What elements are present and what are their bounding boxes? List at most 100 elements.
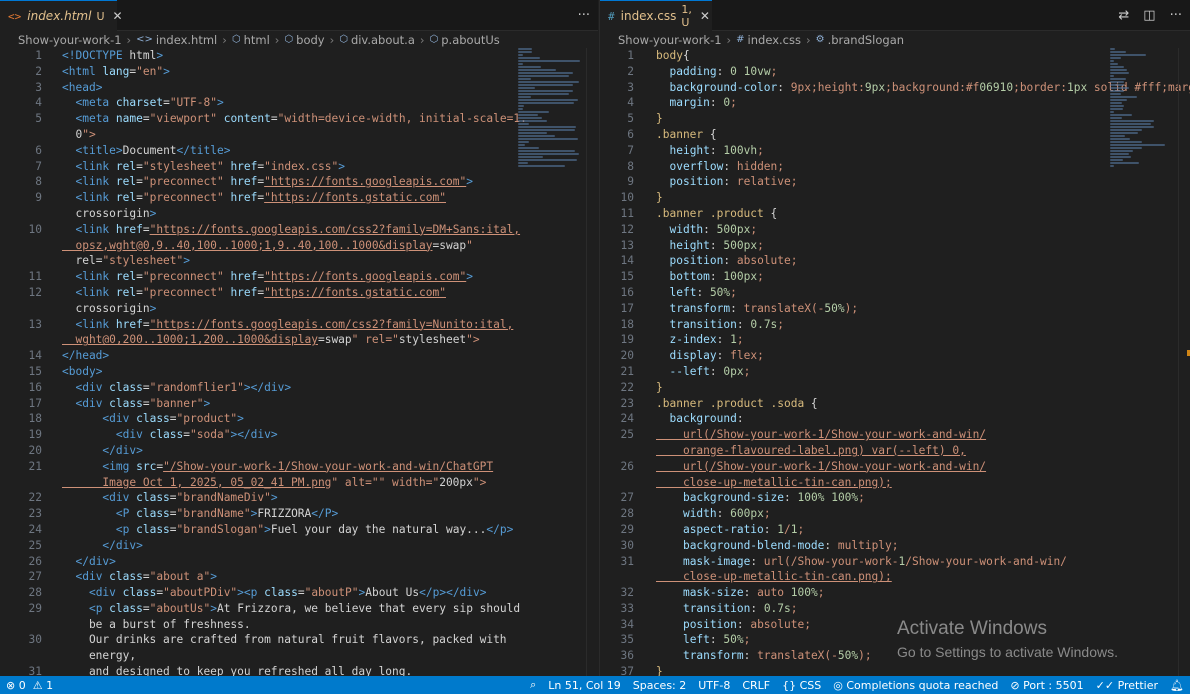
code-line[interactable]: 8 <link rel="preconnect" href="https://f… <box>0 174 598 190</box>
close-icon[interactable]: ✕ <box>700 9 710 23</box>
code-line[interactable]: 15 bottom: 100px; <box>600 269 1190 285</box>
encoding[interactable]: UTF-8 <box>692 676 736 694</box>
code-line[interactable]: 12 width: 500px; <box>600 222 1190 238</box>
code-line[interactable]: 5} <box>600 111 1190 127</box>
code-line[interactable]: 6 .banner { <box>600 127 1190 143</box>
code-line[interactable]: 23 .banner .product .soda { <box>600 396 1190 412</box>
copilot-status[interactable]: ◎ Completions quota reached <box>827 676 1004 694</box>
minimap[interactable] <box>518 48 584 676</box>
code-line[interactable]: 16 left: 50%; <box>600 285 1190 301</box>
breadcrumb-item[interactable]: body <box>296 33 324 47</box>
code-line[interactable]: 2 <html lang="en"> <box>0 64 598 80</box>
code-line[interactable]: be a burst of freshness. <box>0 617 598 633</box>
more-actions-icon[interactable]: ··· <box>578 8 590 23</box>
code-line[interactable]: 3 background-color: 9px;height:9px;backg… <box>600 80 1190 96</box>
minimap[interactable] <box>1110 48 1176 676</box>
vertical-scrollbar[interactable] <box>1178 48 1190 676</box>
language-mode[interactable]: {} CSS <box>776 676 827 694</box>
code-line[interactable]: 4 <meta charset="UTF-8"> <box>0 95 598 111</box>
code-line[interactable]: 5 <meta name="viewport" content="width=d… <box>0 111 598 127</box>
code-line[interactable]: 29 <p class="aboutUs">At Frizzora, we be… <box>0 601 598 617</box>
breadcrumb-item[interactable]: index.css <box>748 33 801 47</box>
code-line[interactable]: 28 <div class="aboutPDiv"><p class="abou… <box>0 585 598 601</box>
code-line[interactable]: 17 <div class="banner"> <box>0 396 598 412</box>
code-line[interactable]: 11 .banner .product { <box>600 206 1190 222</box>
code-line[interactable]: 13 <link href="https://fonts.googleapis.… <box>0 317 598 333</box>
code-line[interactable]: 18 <div class="product"> <box>0 411 598 427</box>
code-line[interactable]: 9 <link rel="preconnect" href="https://f… <box>0 190 598 206</box>
code-line[interactable]: 30 Our drinks are crafted from natural f… <box>0 632 598 648</box>
code-line[interactable]: 4 margin: 0; <box>600 95 1190 111</box>
tab-index-html[interactable]: <> index.html U ✕ <box>0 0 123 31</box>
code-line[interactable]: 7 height: 100vh; <box>600 143 1190 159</box>
code-line[interactable]: 25 url(/Show-your-work-1/Show-your-work-… <box>600 427 1190 443</box>
tab-index-css[interactable]: # index.css 1, U ✕ <box>600 0 712 31</box>
line-ending[interactable]: CRLF <box>736 676 776 694</box>
code-line[interactable]: 27 <div class="about a"> <box>0 569 598 585</box>
code-line[interactable]: orange-flavoured-label.png) var(--left) … <box>600 443 1190 459</box>
code-line[interactable]: 30 background-blend-mode: multiply; <box>600 538 1190 554</box>
code-line[interactable]: 29 aspect-ratio: 1/1; <box>600 522 1190 538</box>
breadcrumb-item[interactable]: Show-your-work-1 <box>18 33 122 47</box>
code-line[interactable]: 24 background: <box>600 411 1190 427</box>
cursor-position[interactable]: Ln 51, Col 19 <box>542 676 627 694</box>
code-line[interactable]: 0"> <box>0 127 598 143</box>
code-line[interactable]: 33 transition: 0.7s; <box>600 601 1190 617</box>
code-line[interactable]: 19 z-index: 1; <box>600 332 1190 348</box>
code-line[interactable]: crossorigin> <box>0 301 598 317</box>
code-line[interactable]: close-up-metallic-tin-can.png); <box>600 569 1190 585</box>
code-line[interactable]: 10 <link href="https://fonts.googleapis.… <box>0 222 598 238</box>
live-server-port[interactable]: ⊘ Port : 5501 <box>1004 676 1089 694</box>
code-editor[interactable]: 1 body{2 padding: 0 10vw; 3 background-col… <box>600 48 1190 676</box>
code-line[interactable]: 8 overflow: hidden; <box>600 159 1190 175</box>
breadcrumb-item[interactable]: div.about.a <box>351 33 415 47</box>
prettier-status[interactable]: ✓✓ Prettier <box>1090 676 1164 694</box>
code-line[interactable]: energy, <box>0 648 598 664</box>
code-line[interactable]: 26 url(/Show-your-work-1/Show-your-work-… <box>600 459 1190 475</box>
code-line[interactable]: 10} <box>600 190 1190 206</box>
code-line[interactable]: crossorigin> <box>0 206 598 222</box>
code-line[interactable]: 2 padding: 0 10vw; <box>600 64 1190 80</box>
code-line[interactable]: 31 and designed to keep you refreshed al… <box>0 664 598 676</box>
problems-indicator[interactable]: ⊗ 0 ⚠ 1 <box>0 676 59 694</box>
zoom-icon[interactable]: ⌕ <box>524 676 542 694</box>
code-line[interactable]: 20 </div> <box>0 443 598 459</box>
indentation[interactable]: Spaces: 2 <box>627 676 692 694</box>
code-line[interactable]: 16 <div class="randomflier1"></div> <box>0 380 598 396</box>
code-line[interactable]: 3 <head> <box>0 80 598 96</box>
code-line[interactable]: 31 mask-image: url(/Show-your-work-1/Sho… <box>600 554 1190 570</box>
code-line[interactable]: wght@0,200..1000;1,200..1000&display=swa… <box>0 332 598 348</box>
close-icon[interactable]: ✕ <box>113 9 123 23</box>
code-line[interactable]: 23 <P class="brandName">FRIZZORA</P> <box>0 506 598 522</box>
code-line[interactable]: 25 </div> <box>0 538 598 554</box>
code-line[interactable]: 14 position: absolute; <box>600 253 1190 269</box>
code-line[interactable]: Image Oct 1, 2025, 05_02_41 PM.png" alt=… <box>0 475 598 491</box>
code-line[interactable]: 1 body{ <box>600 48 1190 64</box>
code-line[interactable]: 22} <box>600 380 1190 396</box>
code-line[interactable]: rel="stylesheet"> <box>0 253 598 269</box>
code-line[interactable]: 17 transform: translateX(-50%); <box>600 301 1190 317</box>
breadcrumb-item[interactable]: index.html <box>156 33 217 47</box>
breadcrumb-item[interactable]: .brandSlogan <box>828 33 905 47</box>
code-line[interactable]: 37} <box>600 664 1190 676</box>
code-line[interactable]: 7 <link rel="stylesheet" href="index.css… <box>0 159 598 175</box>
code-editor[interactable]: 1 <!DOCTYPE html> 2 <html lang="en"> 3 <head>… <box>0 48 598 676</box>
code-line[interactable]: 6 <title>Document</title> <box>0 143 598 159</box>
compare-changes-icon[interactable]: ⇄ <box>1118 8 1129 23</box>
code-line[interactable]: 19 <div class="soda"></div> <box>0 427 598 443</box>
code-line[interactable]: 27 background-size: 100% 100%; <box>600 490 1190 506</box>
split-editor-icon[interactable]: ◫ <box>1143 8 1155 23</box>
code-line[interactable]: 32 mask-size: auto 100%; <box>600 585 1190 601</box>
notifications-icon[interactable]: 🔔︎ <box>1164 676 1190 694</box>
code-line[interactable]: 1 <!DOCTYPE html> <box>0 48 598 64</box>
code-line[interactable]: 9 position: relative; <box>600 174 1190 190</box>
code-line[interactable]: 13 height: 500px; <box>600 238 1190 254</box>
more-actions-icon[interactable]: ··· <box>1170 8 1182 23</box>
code-line[interactable]: 22 <div class="brandNameDiv"> <box>0 490 598 506</box>
code-line[interactable]: 12 <link rel="preconnect" href="https://… <box>0 285 598 301</box>
code-line[interactable]: 18 transition: 0.7s; <box>600 317 1190 333</box>
code-line[interactable]: 20 display: flex; <box>600 348 1190 364</box>
code-line[interactable]: 14 </head> <box>0 348 598 364</box>
code-line[interactable]: 28 width: 600px; <box>600 506 1190 522</box>
vertical-scrollbar[interactable] <box>586 48 598 676</box>
